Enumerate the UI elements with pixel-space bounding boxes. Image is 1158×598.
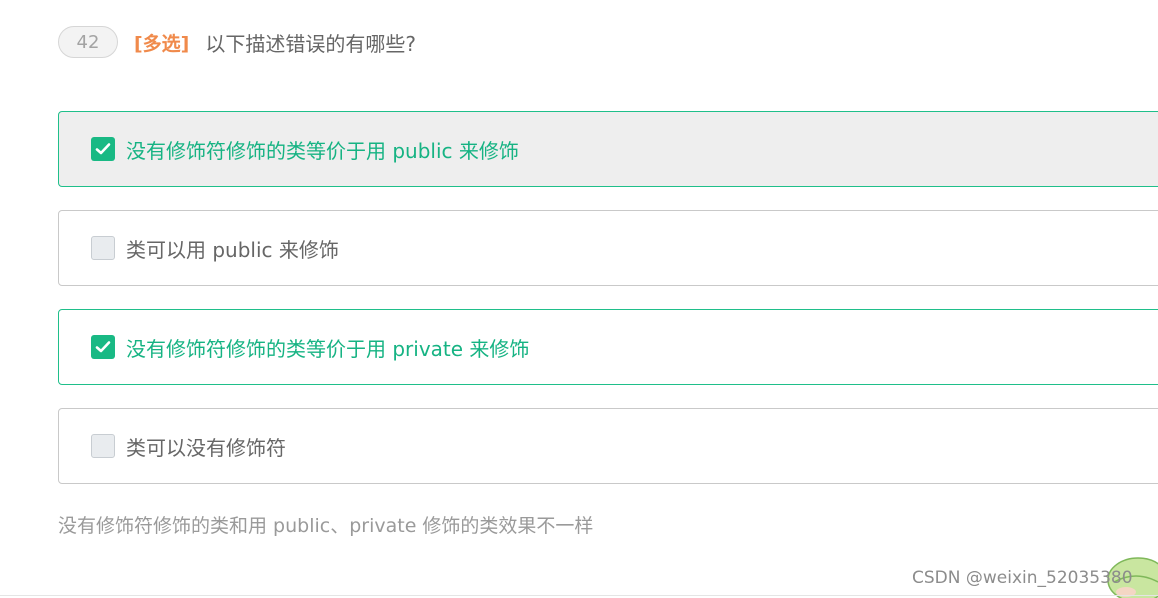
- option-label: 没有修饰符修饰的类等价于用 public 来修饰: [126, 138, 519, 163]
- question-header: 42 [多选] 以下描述错误的有哪些?: [58, 25, 416, 59]
- checkbox-unchecked-icon[interactable]: [91, 434, 115, 458]
- option-2[interactable]: 类可以用 public 来修饰: [58, 210, 1158, 286]
- checkbox-checked-icon[interactable]: [91, 137, 115, 161]
- option-4[interactable]: 类可以没有修饰符: [58, 408, 1158, 484]
- option-label: 没有修饰符修饰的类等价于用 private 来修饰: [126, 336, 530, 361]
- bottom-divider: [0, 595, 1158, 596]
- option-3[interactable]: 没有修饰符修饰的类等价于用 private 来修饰: [58, 309, 1158, 385]
- watermark-text: CSDN @weixin_52035380: [912, 568, 1133, 588]
- option-label: 类可以没有修饰符: [126, 435, 286, 460]
- question-number-badge: 42: [58, 26, 118, 58]
- checkbox-unchecked-icon[interactable]: [91, 236, 115, 260]
- option-label: 类可以用 public 来修饰: [126, 237, 339, 262]
- checkbox-checked-icon[interactable]: [91, 335, 115, 359]
- question-type-tag: [多选]: [134, 32, 190, 55]
- option-1[interactable]: 没有修饰符修饰的类等价于用 public 来修饰: [58, 111, 1158, 187]
- question-text: 以下描述错误的有哪些?: [205, 31, 416, 56]
- answer-explanation: 没有修饰符修饰的类和用 public、private 修饰的类效果不一样: [58, 515, 594, 537]
